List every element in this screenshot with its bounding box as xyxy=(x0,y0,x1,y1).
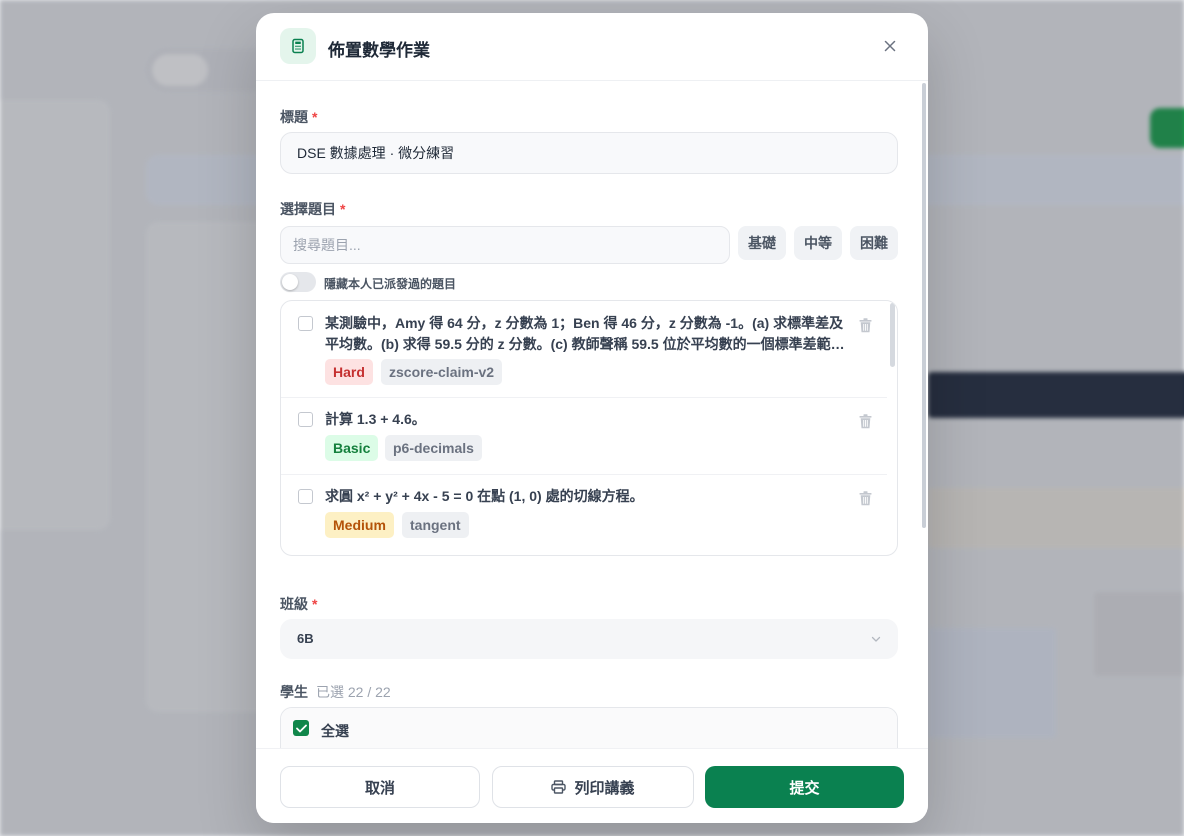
filter-hard-button[interactable]: 困難 xyxy=(850,226,898,260)
class-select[interactable]: 6B xyxy=(280,619,898,659)
question-list-scrollbar[interactable] xyxy=(890,303,895,367)
trash-icon[interactable] xyxy=(859,414,872,429)
title-field-label: 標題 * xyxy=(280,107,317,127)
dialog-title: 佈置數學作業 xyxy=(328,41,430,60)
dialog-scrollbar[interactable] xyxy=(922,83,926,528)
title-input[interactable] xyxy=(280,132,898,174)
question-item[interactable]: 求圓 x² + y² + 4x - 5 = 0 在點 (1, 0) 處的切線方程… xyxy=(281,475,887,555)
question-search-input[interactable] xyxy=(280,226,730,264)
filter-basic-button[interactable]: 基礎 xyxy=(738,226,786,260)
difficulty-tag-hard: Hard xyxy=(325,359,373,385)
question-item[interactable]: 某測驗中，Amy 得 64 分，z 分數為 1；Ben 得 46 分，z 分數為… xyxy=(281,301,887,398)
class-field-label: 班級 * xyxy=(280,594,317,614)
chevron-down-icon xyxy=(871,636,881,642)
question-text: 計算 1.3 + 4.6。 xyxy=(325,411,426,427)
question-text: 求圓 x² + y² + 4x - 5 = 0 在點 (1, 0) 處的切線方程… xyxy=(325,488,644,504)
question-checkbox[interactable] xyxy=(298,412,313,427)
title-label-text: 標題 xyxy=(280,109,308,125)
dialog-header: 佈置數學作業 xyxy=(256,13,928,81)
dialog-body[interactable]: 標題* 選擇題目* 基礎 中等 困難 隱藏本人已派發過的題目 某測驗中，Amy … xyxy=(256,82,928,748)
question-list[interactable]: 某測驗中，Amy 得 64 分，z 分數為 1；Ben 得 46 分，z 分數為… xyxy=(280,300,898,556)
question-item[interactable]: 計算 1.3 + 4.6。 Basic p6-decimals xyxy=(281,398,887,475)
class-select-value: 6B xyxy=(297,631,314,646)
difficulty-tag-basic: Basic xyxy=(325,435,379,461)
assign-homework-dialog: 佈置數學作業 標題* 選擇題目* 基礎 中等 困難 隱藏本人已派發過的題目 xyxy=(256,13,928,823)
student-label-text: 學生 xyxy=(280,684,308,700)
question-text: 某測驗中，Amy 得 64 分，z 分數為 1；Ben 得 46 分，z 分數為… xyxy=(325,315,845,352)
filter-medium-button[interactable]: 中等 xyxy=(794,226,842,260)
submit-button[interactable]: 提交 xyxy=(705,766,904,808)
select-all-checkbox[interactable] xyxy=(293,720,309,736)
cancel-button[interactable]: 取消 xyxy=(280,766,480,808)
question-checkbox[interactable] xyxy=(298,489,313,504)
calculator-icon xyxy=(280,28,316,64)
check-icon xyxy=(295,724,307,732)
topic-tag: p6-decimals xyxy=(385,435,482,461)
class-label-text: 班級 xyxy=(280,596,308,612)
difficulty-tag-medium: Medium xyxy=(325,512,394,538)
hide-assigned-label: 隱藏本人已派發過的題目 xyxy=(324,277,457,291)
student-list[interactable]: 全選 xyxy=(280,707,898,748)
print-handout-button[interactable]: 列印講義 xyxy=(492,766,694,808)
required-mark: * xyxy=(312,109,318,125)
question-label-text: 選擇題目 xyxy=(280,201,336,217)
question-field-label: 選擇題目 * xyxy=(280,199,345,219)
dialog-footer: 取消 列印講義 提交 xyxy=(256,748,928,823)
select-all-label: 全選 xyxy=(321,723,349,739)
required-mark: * xyxy=(340,201,346,217)
topic-tag: zscore-claim-v2 xyxy=(381,359,503,385)
close-icon xyxy=(884,40,896,52)
select-all-row[interactable]: 全選 xyxy=(281,708,897,748)
student-selected-count: 已選 22 / 22 xyxy=(316,684,391,700)
close-button[interactable] xyxy=(880,36,900,56)
question-checkbox[interactable] xyxy=(298,316,313,331)
printer-icon xyxy=(551,780,567,794)
cancel-button-label: 取消 xyxy=(364,779,395,797)
trash-icon[interactable] xyxy=(859,318,872,333)
topic-tag: tangent xyxy=(402,512,469,538)
trash-icon[interactable] xyxy=(859,491,872,506)
print-button-label: 列印講義 xyxy=(574,779,635,797)
submit-button-label: 提交 xyxy=(789,779,820,797)
required-mark: * xyxy=(312,596,318,612)
toggle-knob xyxy=(282,274,298,290)
student-field-label: 學生 已選 22 / 22 xyxy=(280,682,391,702)
hide-assigned-toggle[interactable] xyxy=(280,272,316,292)
